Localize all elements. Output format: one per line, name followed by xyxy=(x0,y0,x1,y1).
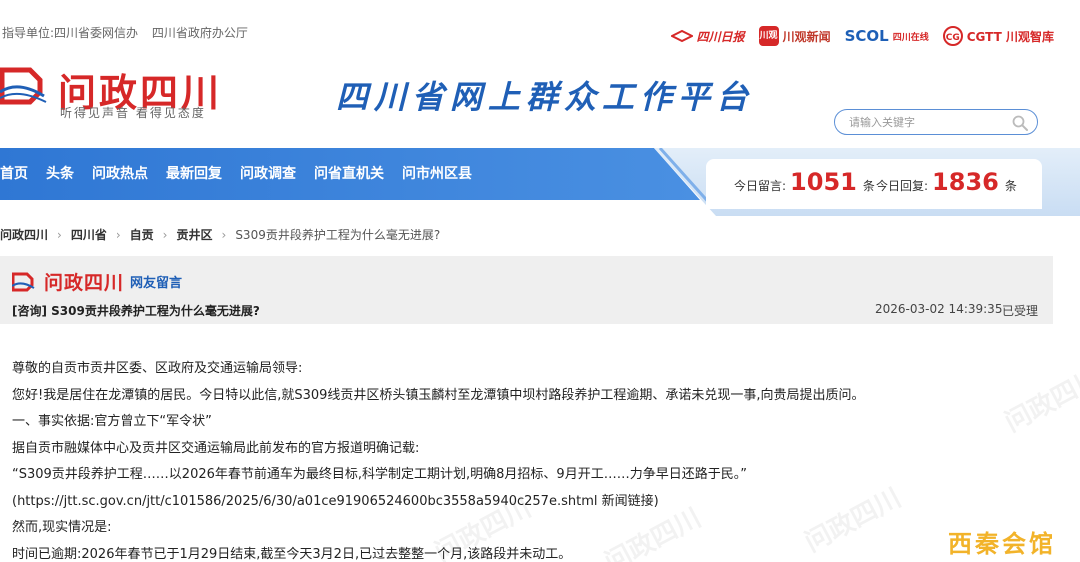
body-paragraph: 时间已逾期:2026年春节已于1月29日结束,截至今天3月2日,已过去整整一个月… xyxy=(12,546,572,562)
body-paragraph: 一、事实依据:官方曾立下“军令状” xyxy=(12,414,212,429)
today-replies-count: 1836 xyxy=(932,168,999,196)
partner-logos: 四川日报 川观 川观新闻 SCOL 四川在线 CG CGTT 川观智库 xyxy=(670,26,1054,46)
body-paragraph: 您好!我是居住在龙潭镇的居民。今日特以此信,就S309线贡井区桥头镇玉麟村至龙潭… xyxy=(12,387,865,403)
nav-city-districts[interactable]: 问市州区县 xyxy=(393,148,481,200)
guide-unit-2: 四川省政府办公厅 xyxy=(151,26,248,40)
nav-provincial-depts[interactable]: 问省直机关 xyxy=(305,148,393,200)
top-strip: 指导单位:四川省委网信办 四川省政府办公厅 四川日报 川观 川观新闻 SCOL … xyxy=(0,0,1080,64)
message-timestamp: 2026-03-02 14:39:35 xyxy=(875,302,1003,316)
today-messages-count: 1051 xyxy=(790,168,857,196)
page: 问政四川 问政四川 问政四川 问政四川 指导单位:四川省委网信办 四川省政府办公… xyxy=(0,0,1080,562)
message-status: 已受理 xyxy=(1002,304,1039,318)
main-nav: 首页 头条 问政热点 最新回复 问政调查 问省直机关 问市州区县 xyxy=(0,148,481,200)
panel-brand-title: 问政四川 xyxy=(44,272,125,294)
breadcrumb-province[interactable]: 四川省 xyxy=(71,226,107,243)
guide-unit-1: 指导单位:四川省委网信办 xyxy=(2,26,139,40)
body-paragraph: 然而,现实情况是: xyxy=(12,520,112,535)
partner-cgtt-label: CGTT 川观智库 xyxy=(966,29,1054,44)
breadcrumb-district[interactable]: 贡井区 xyxy=(176,226,212,243)
partner-cgtt[interactable]: CG CGTT 川观智库 xyxy=(942,26,1054,46)
nav-latest-replies[interactable]: 最新回复 xyxy=(157,148,231,200)
body-paragraph: (https://jtt.sc.gov.cn/jtt/c101586/2025/… xyxy=(12,493,659,509)
partner-scol[interactable]: SCOL 四川在线 xyxy=(845,27,929,45)
search-input[interactable] xyxy=(849,114,1009,131)
platform-title: 四川省网上群众工作平台 xyxy=(336,78,755,116)
body-paragraph: 尊敬的自贡市贡井区委、区政府及交通运输局领导: xyxy=(12,361,303,376)
panel-section-label: 网友留言 xyxy=(130,276,183,291)
body-paragraph: 据自贡市融媒体中心及贡井区交通运输局此前发布的官方报道明确记载: xyxy=(12,440,420,456)
partner-chuanguan-news[interactable]: 川观 川观新闻 xyxy=(758,26,831,46)
wenzheng-logo-icon xyxy=(0,67,47,105)
partner-chuanguan-label: 川观新闻 xyxy=(782,29,831,44)
sichuan-daily-icon xyxy=(670,29,693,43)
search-box xyxy=(834,109,1038,135)
site-logo[interactable]: 问政四川 听得见声音 看得见态度 xyxy=(0,62,250,122)
breadcrumb-city[interactable]: 自贡 xyxy=(130,226,154,243)
logo-slogan: 听得见声音 看得见态度 xyxy=(60,106,206,120)
chuanguan-icon: 川观 xyxy=(758,26,779,46)
panel-brand: 问政四川 网友留言 xyxy=(12,268,182,295)
chevron-right-icon: › xyxy=(221,227,227,242)
today-messages-unit: 条 xyxy=(862,179,875,193)
message-header-panel: 问政四川 网友留言 [咨询] S309贡井段养护工程为什么毫无进展? 2026-… xyxy=(0,256,1053,324)
today-stats: 今日留言: 1051 条 今日回复: 1836 条 xyxy=(706,159,1042,209)
today-replies-label: 今日回复: xyxy=(876,179,929,193)
today-messages: 今日留言: 1051 条 xyxy=(734,168,875,196)
cgtt-icon: CG xyxy=(942,26,963,46)
chevron-right-icon: › xyxy=(115,227,121,242)
nav-hot-topics[interactable]: 问政热点 xyxy=(83,148,157,200)
partner-sichuan-daily-label: 四川日报 xyxy=(696,29,745,44)
today-messages-label: 今日留言: xyxy=(734,179,787,193)
body-paragraph: “S309贡井段养护工程……以2026年春节前通车为最终目标,科学制定工期计划,… xyxy=(12,467,747,482)
corner-watermark: 西秦会馆 xyxy=(948,530,1056,558)
chevron-right-icon: › xyxy=(162,227,168,242)
nav-surveys[interactable]: 问政调查 xyxy=(231,148,305,200)
today-replies-unit: 条 xyxy=(1004,179,1017,193)
message-title: [咨询] S309贡井段养护工程为什么毫无进展? xyxy=(12,304,260,318)
nav-home[interactable]: 首页 xyxy=(0,148,37,200)
partner-scol-label: SCOL xyxy=(844,27,889,45)
breadcrumb: 问政四川 › 四川省 › 自贡 › 贡井区 › S309贡井段养护工程为什么毫无… xyxy=(0,226,440,243)
partner-sichuan-daily[interactable]: 四川日报 xyxy=(670,28,745,45)
chevron-right-icon: › xyxy=(57,227,62,242)
guide-units: 指导单位:四川省委网信办 四川省政府办公厅 xyxy=(2,24,258,41)
wenzheng-logo-icon xyxy=(12,272,35,291)
nav-headlines[interactable]: 头条 xyxy=(37,148,83,200)
breadcrumb-home[interactable]: 问政四川 xyxy=(0,226,48,243)
message-body: 尊敬的自贡市贡井区委、区政府及交通运输局领导: 您好!我是居住在龙潭镇的居民。今… xyxy=(12,360,1052,562)
partner-scol-sub: 四川在线 xyxy=(892,32,929,43)
search-icon[interactable] xyxy=(1011,114,1029,132)
today-replies: 今日回复: 1836 条 xyxy=(876,168,1017,196)
breadcrumb-current: S309贡井段养护工程为什么毫无进展? xyxy=(235,228,441,242)
